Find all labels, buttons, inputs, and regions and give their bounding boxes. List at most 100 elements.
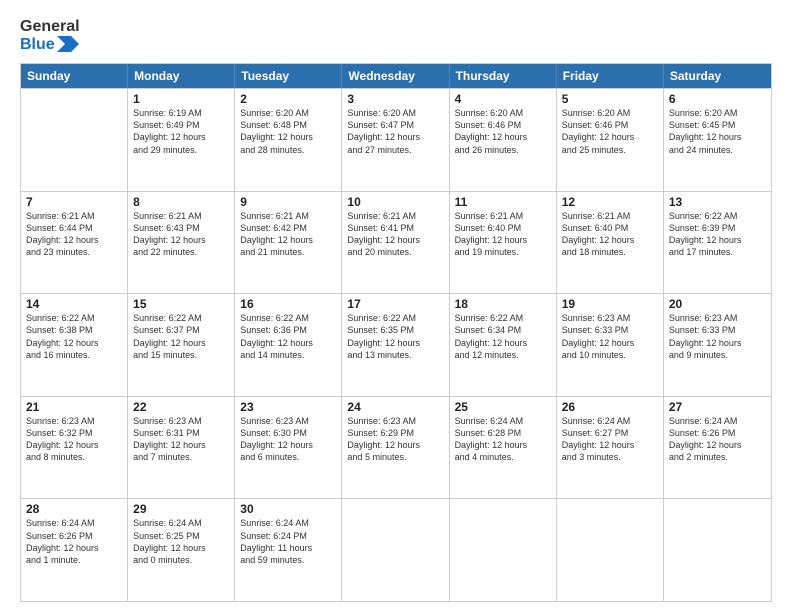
cell-day-info: Sunrise: 6:21 AM Sunset: 6:44 PM Dayligh… — [26, 210, 122, 259]
cell-day-info: Sunrise: 6:20 AM Sunset: 6:45 PM Dayligh… — [669, 107, 766, 156]
cell-day-info: Sunrise: 6:20 AM Sunset: 6:46 PM Dayligh… — [455, 107, 551, 156]
logo-arrow-icon — [57, 36, 79, 52]
cal-cell-24: 24Sunrise: 6:23 AM Sunset: 6:29 PM Dayli… — [342, 397, 449, 499]
cell-day-info: Sunrise: 6:24 AM Sunset: 6:26 PM Dayligh… — [669, 415, 766, 464]
cal-cell-15: 15Sunrise: 6:22 AM Sunset: 6:37 PM Dayli… — [128, 294, 235, 396]
weekday-wednesday: Wednesday — [342, 64, 449, 88]
cell-day-number: 12 — [562, 195, 658, 209]
cal-cell-13: 13Sunrise: 6:22 AM Sunset: 6:39 PM Dayli… — [664, 192, 771, 294]
cal-cell-26: 26Sunrise: 6:24 AM Sunset: 6:27 PM Dayli… — [557, 397, 664, 499]
cell-day-info: Sunrise: 6:24 AM Sunset: 6:24 PM Dayligh… — [240, 517, 336, 566]
cell-day-number: 27 — [669, 400, 766, 414]
weekday-thursday: Thursday — [450, 64, 557, 88]
cell-day-info: Sunrise: 6:23 AM Sunset: 6:31 PM Dayligh… — [133, 415, 229, 464]
cell-day-info: Sunrise: 6:21 AM Sunset: 6:41 PM Dayligh… — [347, 210, 443, 259]
cell-day-number: 8 — [133, 195, 229, 209]
weekday-sunday: Sunday — [21, 64, 128, 88]
calendar-row-4: 28Sunrise: 6:24 AM Sunset: 6:26 PM Dayli… — [21, 498, 771, 601]
logo-container: General Blue — [20, 18, 80, 53]
cell-day-info: Sunrise: 6:22 AM Sunset: 6:39 PM Dayligh… — [669, 210, 766, 259]
cell-day-number: 1 — [133, 92, 229, 106]
cell-day-info: Sunrise: 6:20 AM Sunset: 6:46 PM Dayligh… — [562, 107, 658, 156]
cell-day-info: Sunrise: 6:22 AM Sunset: 6:37 PM Dayligh… — [133, 312, 229, 361]
cal-cell-22: 22Sunrise: 6:23 AM Sunset: 6:31 PM Dayli… — [128, 397, 235, 499]
cell-day-number: 16 — [240, 297, 336, 311]
cal-cell-29: 29Sunrise: 6:24 AM Sunset: 6:25 PM Dayli… — [128, 499, 235, 601]
cell-day-info: Sunrise: 6:23 AM Sunset: 6:30 PM Dayligh… — [240, 415, 336, 464]
weekday-tuesday: Tuesday — [235, 64, 342, 88]
cal-cell-21: 21Sunrise: 6:23 AM Sunset: 6:32 PM Dayli… — [21, 397, 128, 499]
cal-cell-5: 5Sunrise: 6:20 AM Sunset: 6:46 PM Daylig… — [557, 89, 664, 191]
cell-day-number: 15 — [133, 297, 229, 311]
cal-cell-8: 8Sunrise: 6:21 AM Sunset: 6:43 PM Daylig… — [128, 192, 235, 294]
cal-cell-19: 19Sunrise: 6:23 AM Sunset: 6:33 PM Dayli… — [557, 294, 664, 396]
calendar-row-3: 21Sunrise: 6:23 AM Sunset: 6:32 PM Dayli… — [21, 396, 771, 499]
cal-cell-25: 25Sunrise: 6:24 AM Sunset: 6:28 PM Dayli… — [450, 397, 557, 499]
cal-cell-1: 1Sunrise: 6:19 AM Sunset: 6:49 PM Daylig… — [128, 89, 235, 191]
cal-cell-28: 28Sunrise: 6:24 AM Sunset: 6:26 PM Dayli… — [21, 499, 128, 601]
logo-blue: Blue — [20, 36, 55, 54]
cell-day-info: Sunrise: 6:24 AM Sunset: 6:27 PM Dayligh… — [562, 415, 658, 464]
cell-day-number: 30 — [240, 502, 336, 516]
cell-day-number: 13 — [669, 195, 766, 209]
weekday-friday: Friday — [557, 64, 664, 88]
cell-day-number: 6 — [669, 92, 766, 106]
cell-day-info: Sunrise: 6:21 AM Sunset: 6:40 PM Dayligh… — [455, 210, 551, 259]
header: General Blue — [20, 18, 772, 53]
cal-cell-4: 4Sunrise: 6:20 AM Sunset: 6:46 PM Daylig… — [450, 89, 557, 191]
cell-day-number: 17 — [347, 297, 443, 311]
cal-cell-27: 27Sunrise: 6:24 AM Sunset: 6:26 PM Dayli… — [664, 397, 771, 499]
cell-day-info: Sunrise: 6:20 AM Sunset: 6:47 PM Dayligh… — [347, 107, 443, 156]
cell-day-number: 10 — [347, 195, 443, 209]
cell-day-number: 19 — [562, 297, 658, 311]
cell-day-info: Sunrise: 6:24 AM Sunset: 6:28 PM Dayligh… — [455, 415, 551, 464]
cell-day-info: Sunrise: 6:22 AM Sunset: 6:38 PM Dayligh… — [26, 312, 122, 361]
cell-day-info: Sunrise: 6:22 AM Sunset: 6:35 PM Dayligh… — [347, 312, 443, 361]
weekday-saturday: Saturday — [664, 64, 771, 88]
cell-day-info: Sunrise: 6:23 AM Sunset: 6:32 PM Dayligh… — [26, 415, 122, 464]
page: General Blue SundayMondayTuesdayWednesda… — [0, 0, 792, 612]
cell-day-info: Sunrise: 6:22 AM Sunset: 6:36 PM Dayligh… — [240, 312, 336, 361]
calendar-header: SundayMondayTuesdayWednesdayThursdayFrid… — [21, 64, 771, 88]
cal-cell-3: 3Sunrise: 6:20 AM Sunset: 6:47 PM Daylig… — [342, 89, 449, 191]
cal-cell-empty-4-5 — [557, 499, 664, 601]
cell-day-info: Sunrise: 6:21 AM Sunset: 6:43 PM Dayligh… — [133, 210, 229, 259]
cal-cell-12: 12Sunrise: 6:21 AM Sunset: 6:40 PM Dayli… — [557, 192, 664, 294]
cal-cell-7: 7Sunrise: 6:21 AM Sunset: 6:44 PM Daylig… — [21, 192, 128, 294]
cal-cell-30: 30Sunrise: 6:24 AM Sunset: 6:24 PM Dayli… — [235, 499, 342, 601]
cell-day-number: 9 — [240, 195, 336, 209]
cell-day-number: 24 — [347, 400, 443, 414]
cell-day-info: Sunrise: 6:23 AM Sunset: 6:33 PM Dayligh… — [669, 312, 766, 361]
cell-day-number: 22 — [133, 400, 229, 414]
cell-day-number: 14 — [26, 297, 122, 311]
cal-cell-11: 11Sunrise: 6:21 AM Sunset: 6:40 PM Dayli… — [450, 192, 557, 294]
cal-cell-16: 16Sunrise: 6:22 AM Sunset: 6:36 PM Dayli… — [235, 294, 342, 396]
calendar-row-1: 7Sunrise: 6:21 AM Sunset: 6:44 PM Daylig… — [21, 191, 771, 294]
logo-general: General — [20, 18, 80, 36]
cal-cell-18: 18Sunrise: 6:22 AM Sunset: 6:34 PM Dayli… — [450, 294, 557, 396]
weekday-monday: Monday — [128, 64, 235, 88]
cell-day-info: Sunrise: 6:19 AM Sunset: 6:49 PM Dayligh… — [133, 107, 229, 156]
cal-cell-17: 17Sunrise: 6:22 AM Sunset: 6:35 PM Dayli… — [342, 294, 449, 396]
cal-cell-6: 6Sunrise: 6:20 AM Sunset: 6:45 PM Daylig… — [664, 89, 771, 191]
cal-cell-empty-4-6 — [664, 499, 771, 601]
cell-day-info: Sunrise: 6:21 AM Sunset: 6:40 PM Dayligh… — [562, 210, 658, 259]
cal-cell-empty-4-3 — [342, 499, 449, 601]
cell-day-number: 28 — [26, 502, 122, 516]
cell-day-info: Sunrise: 6:21 AM Sunset: 6:42 PM Dayligh… — [240, 210, 336, 259]
calendar-body: 1Sunrise: 6:19 AM Sunset: 6:49 PM Daylig… — [21, 88, 771, 601]
cell-day-info: Sunrise: 6:22 AM Sunset: 6:34 PM Dayligh… — [455, 312, 551, 361]
cal-cell-14: 14Sunrise: 6:22 AM Sunset: 6:38 PM Dayli… — [21, 294, 128, 396]
cell-day-info: Sunrise: 6:23 AM Sunset: 6:33 PM Dayligh… — [562, 312, 658, 361]
cal-cell-2: 2Sunrise: 6:20 AM Sunset: 6:48 PM Daylig… — [235, 89, 342, 191]
calendar-row-0: 1Sunrise: 6:19 AM Sunset: 6:49 PM Daylig… — [21, 88, 771, 191]
calendar-row-2: 14Sunrise: 6:22 AM Sunset: 6:38 PM Dayli… — [21, 293, 771, 396]
cal-cell-empty-4-4 — [450, 499, 557, 601]
calendar: SundayMondayTuesdayWednesdayThursdayFrid… — [20, 63, 772, 602]
cell-day-number: 20 — [669, 297, 766, 311]
cell-day-number: 26 — [562, 400, 658, 414]
cell-day-info: Sunrise: 6:23 AM Sunset: 6:29 PM Dayligh… — [347, 415, 443, 464]
cal-cell-23: 23Sunrise: 6:23 AM Sunset: 6:30 PM Dayli… — [235, 397, 342, 499]
cell-day-number: 25 — [455, 400, 551, 414]
cell-day-number: 23 — [240, 400, 336, 414]
